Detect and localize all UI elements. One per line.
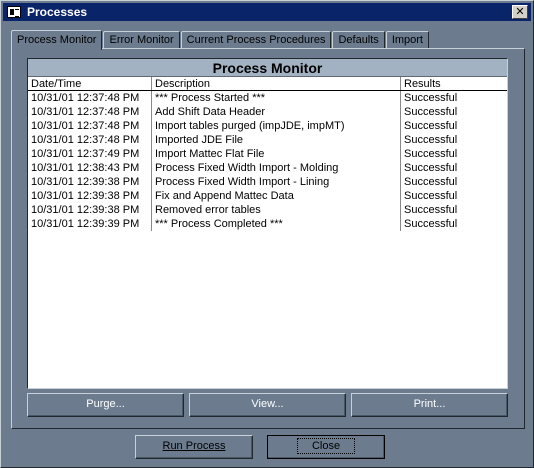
cell-datetime: 10/31/01 12:37:48 PM xyxy=(28,105,152,119)
table-row[interactable]: 10/31/01 12:37:49 PM Import Mattec Flat … xyxy=(28,147,507,161)
view-button[interactable]: View... xyxy=(189,393,346,417)
table-row[interactable]: 10/31/01 12:39:39 PM *** Process Complet… xyxy=(28,217,507,231)
tab-current-process-procedures[interactable]: Current Process Procedures xyxy=(180,31,332,49)
cell-results: Successful xyxy=(404,190,458,202)
print-button[interactable]: Print... xyxy=(351,393,508,417)
cell-results: Successful xyxy=(404,148,458,160)
table-row[interactable]: 10/31/01 12:38:43 PM Process Fixed Width… xyxy=(28,161,507,175)
grid-header: Date/Time Description Results xyxy=(28,77,507,91)
table-row[interactable]: 10/31/01 12:37:48 PM Imported JDE File S… xyxy=(28,133,507,147)
tab-process-monitor[interactable]: Process Monitor xyxy=(11,30,103,50)
window-title: Processes xyxy=(27,5,88,19)
table-row[interactable]: 10/31/01 12:37:48 PM Add Shift Data Head… xyxy=(28,105,507,119)
cell-description: *** Process Completed *** xyxy=(152,217,401,231)
cell-description: Removed error tables xyxy=(152,203,401,217)
cell-results: Successful xyxy=(404,204,458,216)
table-row[interactable]: 10/31/01 12:37:48 PM Import tables purge… xyxy=(28,119,507,133)
cell-results: Successful xyxy=(404,218,458,230)
cell-results: Successful xyxy=(404,120,458,132)
form-icon xyxy=(7,6,21,18)
cell-datetime: 10/31/01 12:38:43 PM xyxy=(28,161,152,175)
purge-button[interactable]: Purge... xyxy=(27,393,184,417)
column-header-description[interactable]: Description xyxy=(152,77,401,90)
cell-datetime: 10/31/01 12:39:38 PM xyxy=(28,189,152,203)
tab-import[interactable]: Import xyxy=(385,31,429,49)
cell-datetime: 10/31/01 12:39:39 PM xyxy=(28,217,152,231)
cell-datetime: 10/31/01 12:39:38 PM xyxy=(28,175,152,189)
cell-datetime: 10/31/01 12:37:49 PM xyxy=(28,147,152,161)
cell-description: Process Fixed Width Import - Molding xyxy=(152,161,401,175)
grid-body: 10/31/01 12:37:48 PM *** Process Started… xyxy=(28,91,507,231)
close-icon[interactable]: ✕ xyxy=(512,5,528,19)
cell-datetime: 10/31/01 12:39:38 PM xyxy=(28,203,152,217)
processes-window: Processes ✕ Process Monitor Error Monito… xyxy=(0,0,534,468)
cell-results: Successful xyxy=(404,106,458,118)
cell-description: Fix and Append Mattec Data xyxy=(152,189,401,203)
cell-description: Import Mattec Flat File xyxy=(152,147,401,161)
grid-title: Process Monitor xyxy=(28,59,507,77)
cell-description: Imported JDE File xyxy=(152,133,401,147)
cell-datetime: 10/31/01 12:37:48 PM xyxy=(28,133,152,147)
table-row[interactable]: 10/31/01 12:39:38 PM Process Fixed Width… xyxy=(28,175,507,189)
tab-strip: Process Monitor Error Monitor Current Pr… xyxy=(11,29,430,50)
tab-defaults[interactable]: Defaults xyxy=(332,31,385,49)
cell-datetime: 10/31/01 12:37:48 PM xyxy=(28,91,152,105)
table-row[interactable]: 10/31/01 12:39:38 PM Removed error table… xyxy=(28,203,507,217)
table-row[interactable]: 10/31/01 12:39:38 PM Fix and Append Matt… xyxy=(28,189,507,203)
close-label: Close xyxy=(296,438,356,454)
title-bar[interactable]: Processes ✕ xyxy=(3,3,531,21)
cell-description: *** Process Started *** xyxy=(152,91,401,105)
tab-error-monitor[interactable]: Error Monitor xyxy=(103,31,180,49)
run-process-label: Run Process xyxy=(162,440,226,452)
cell-results: Successful xyxy=(404,134,458,146)
cell-results: Successful xyxy=(404,176,458,188)
cell-datetime: 10/31/01 12:37:48 PM xyxy=(28,119,152,133)
process-monitor-grid[interactable]: Process Monitor Date/Time Description Re… xyxy=(27,58,508,389)
cell-description: Add Shift Data Header xyxy=(152,105,401,119)
run-process-button[interactable]: Run Process xyxy=(135,435,253,459)
cell-description: Process Fixed Width Import - Lining xyxy=(152,175,401,189)
cell-results: Successful xyxy=(404,92,458,104)
table-row[interactable]: 10/31/01 12:37:48 PM *** Process Started… xyxy=(28,91,507,105)
cell-results: Successful xyxy=(404,162,458,174)
column-header-results[interactable]: Results xyxy=(401,77,507,90)
cell-description: Import tables purged (impJDE, impMT) xyxy=(152,119,401,133)
close-button[interactable]: Close xyxy=(267,435,385,459)
column-header-datetime[interactable]: Date/Time xyxy=(28,77,152,90)
